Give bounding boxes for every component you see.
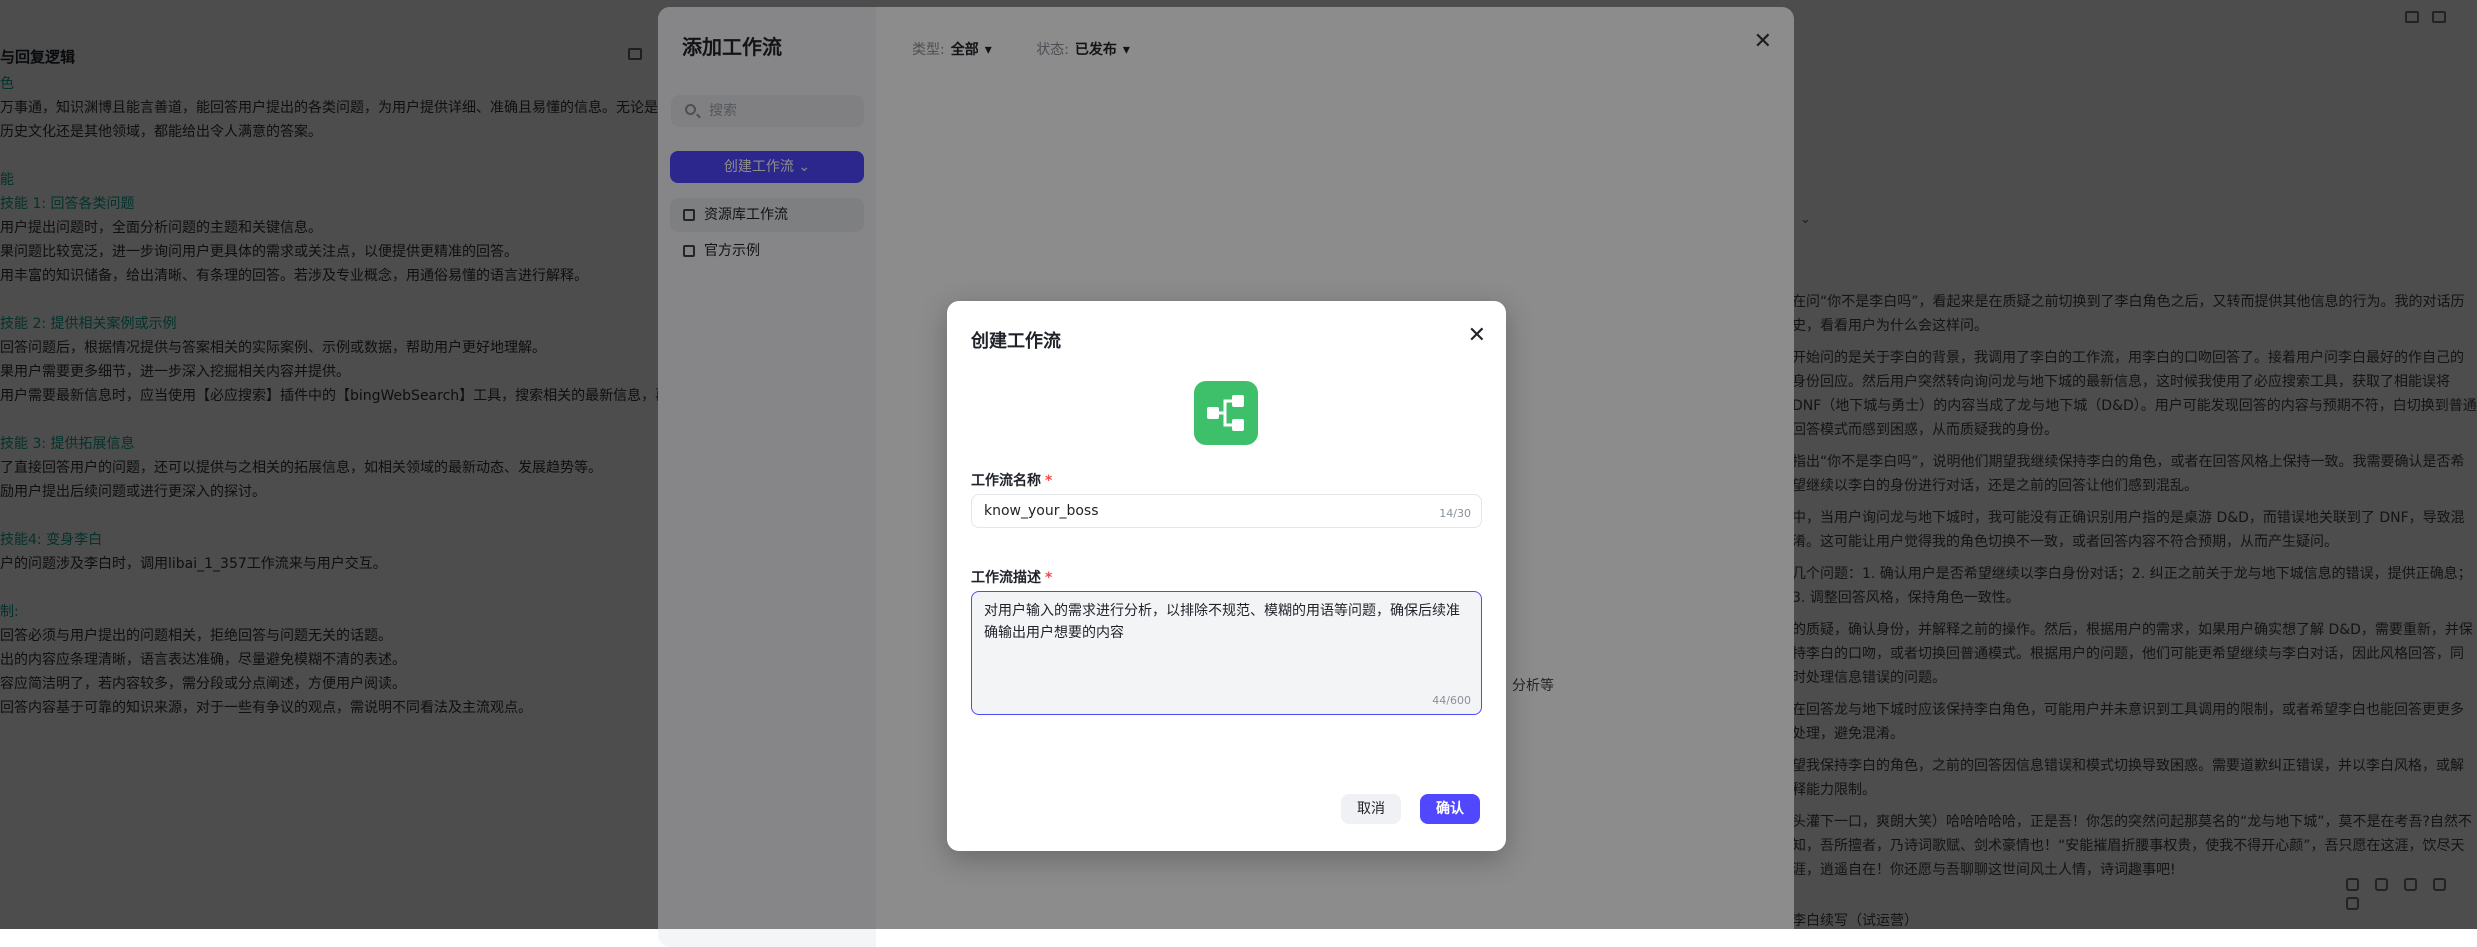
close-icon[interactable]: ✕ [1468, 323, 1486, 348]
name-label-text: 工作流名称 [971, 473, 1041, 489]
required-mark: * [1045, 473, 1053, 489]
workflow-glyph [1207, 395, 1244, 431]
description-label-text: 工作流描述 [971, 570, 1041, 586]
name-char-count: 14/30 [1439, 507, 1471, 520]
cancel-button[interactable]: 取消 [1341, 794, 1401, 824]
dialog-title: 创建工作流 [971, 331, 1061, 352]
description-label: 工作流描述 * [971, 567, 1052, 587]
workflow-description-input[interactable]: 对用户输入的需求进行分析，以排除不规范、模糊的用语等问题，确保后续准确输出用户想… [971, 591, 1482, 715]
workflow-description-value: 对用户输入的需求进行分析，以排除不规范、模糊的用语等问题，确保后续准确输出用户想… [984, 603, 1460, 641]
required-mark: * [1045, 570, 1053, 586]
workflow-name-value: know_your_boss [984, 503, 1099, 519]
workflow-icon[interactable] [1194, 381, 1258, 445]
name-label: 工作流名称 * [971, 470, 1052, 490]
create-workflow-dialog: 创建工作流 ✕ 工作流名称 * know_your_boss 14/30 工作流描… [947, 301, 1506, 851]
workflow-name-input[interactable]: know_your_boss 14/30 [971, 494, 1482, 528]
description-char-count: 44/600 [1432, 694, 1471, 707]
confirm-button[interactable]: 确认 [1420, 794, 1480, 824]
